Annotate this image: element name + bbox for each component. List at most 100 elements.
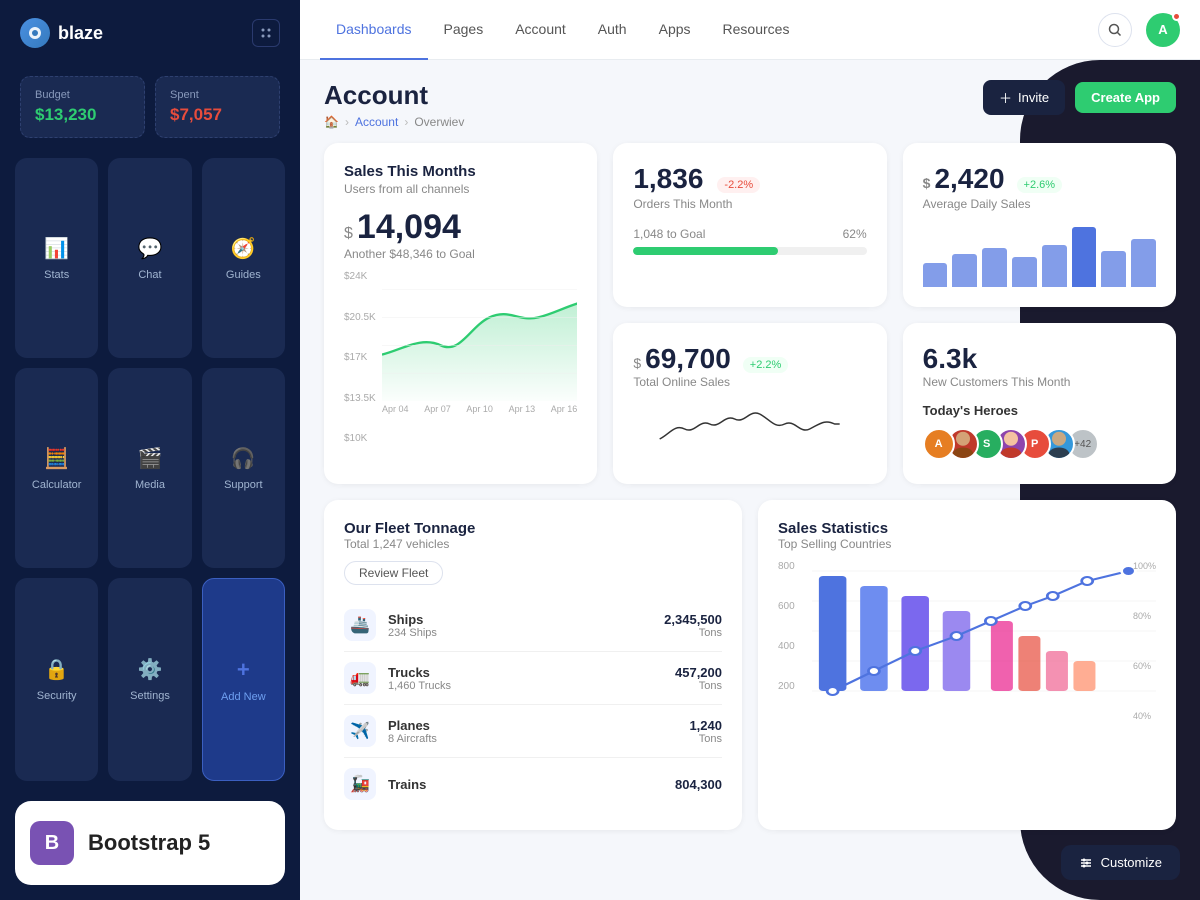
add-new-label: Add New <box>221 691 266 703</box>
guides-label: Guides <box>226 269 261 281</box>
create-app-button[interactable]: Create App <box>1075 82 1176 113</box>
daily-sales-value: 2,420 <box>934 163 1004 195</box>
planes-info: Planes 8 Aircrafts <box>388 718 437 745</box>
trains-num: 804,300 <box>675 777 722 792</box>
fleet-item-planes: ✈️ Planes 8 Aircrafts 1,240 Tons <box>344 705 722 758</box>
daily-sales-card: $ 2,420 +2.6% Average Daily Sales <box>903 143 1176 307</box>
planes-num: 1,240 <box>689 718 722 733</box>
bootstrap-icon: B <box>30 821 74 865</box>
planes-icon: ✈️ <box>344 715 376 747</box>
sales-month-card: Sales This Months Users from all channel… <box>324 143 597 484</box>
y-label-17k: $17K <box>344 352 376 363</box>
search-button[interactable] <box>1098 13 1132 47</box>
stats-label: Stats <box>44 269 69 281</box>
customize-button[interactable]: Customize <box>1061 845 1180 880</box>
bar-6 <box>1072 227 1097 287</box>
sales-month-goal: Another $48,346 to Goal <box>344 247 577 261</box>
settings-icon: ⚙️ <box>138 657 163 682</box>
media-label: Media <box>135 479 165 491</box>
logo-icon <box>20 18 50 48</box>
daily-sales-change: +2.6% <box>1017 177 1063 193</box>
tab-auth[interactable]: Auth <box>582 0 643 60</box>
pct-40: 40% <box>1133 711 1156 721</box>
fleet-title: Our Fleet Tonnage <box>344 520 722 537</box>
invite-button[interactable]: ＋ Invite <box>983 80 1065 115</box>
ships-amount: 2,345,500 Tons <box>664 612 722 639</box>
budget-cards: Budget $13,230 Spent $7,057 <box>0 66 300 158</box>
wavy-chart <box>633 399 866 459</box>
sy-800: 800 <box>778 561 806 572</box>
topnav-right: A <box>1098 13 1180 47</box>
support-label: Support <box>224 479 263 491</box>
fleet-sub: Total 1,247 vehicles <box>344 537 722 551</box>
y-label-205k: $20.5K <box>344 312 376 323</box>
sidebar-item-chat[interactable]: 💬 Chat <box>108 158 191 358</box>
heroes-section: Today's Heroes A S P <box>923 403 1156 460</box>
trucks-unit: Tons <box>675 680 722 692</box>
sidebar-header: blaze <box>0 0 300 66</box>
trains-amount: 804,300 <box>675 777 722 792</box>
review-fleet-button[interactable]: Review Fleet <box>344 561 443 585</box>
chart-canvas: Apr 04 Apr 07 Apr 10 Apr 13 Apr 16 <box>382 271 577 464</box>
sidebar-item-stats[interactable]: 📊 Stats <box>15 158 98 358</box>
y-axis: $24K $20.5K $17K $13.5K $10K <box>344 271 382 464</box>
fleet-card: Our Fleet Tonnage Total 1,247 vehicles R… <box>324 500 742 830</box>
spent-card: Spent $7,057 <box>155 76 280 138</box>
menu-icon[interactable] <box>252 19 280 47</box>
x-axis: Apr 04 Apr 07 Apr 10 Apr 13 Apr 16 <box>382 404 577 414</box>
planes-unit: Tons <box>689 733 722 745</box>
online-sales-value: 69,700 <box>645 343 731 375</box>
trucks-icon: 🚛 <box>344 662 376 694</box>
notification-dot <box>1172 12 1181 21</box>
sidebar: blaze Budget $13,230 Spent $7,057 📊 Stat… <box>0 0 300 900</box>
hero-a: A <box>923 428 955 460</box>
tab-account[interactable]: Account <box>499 0 582 60</box>
chat-icon: 💬 <box>138 236 163 261</box>
sidebar-item-calculator[interactable]: 🧮 Calculator <box>15 368 98 568</box>
budget-label: Budget <box>35 89 130 101</box>
sy-600: 600 <box>778 601 806 612</box>
tab-resources[interactable]: Resources <box>707 0 806 60</box>
user-avatar[interactable]: A <box>1146 13 1180 47</box>
heroes-label: Today's Heroes <box>923 403 1156 418</box>
customize-icon <box>1079 856 1093 870</box>
sidebar-item-settings[interactable]: ⚙️ Settings <box>108 578 191 781</box>
hero-avatars: A S P +42 <box>923 428 1156 460</box>
tab-pages[interactable]: Pages <box>428 0 500 60</box>
y-label-10k: $10K <box>344 433 376 444</box>
budget-value: $13,230 <box>35 105 130 125</box>
bootstrap-text: Bootstrap 5 <box>88 830 210 856</box>
sidebar-item-media[interactable]: 🎬 Media <box>108 368 191 568</box>
ships-icon: 🚢 <box>344 609 376 641</box>
trains-icon: 🚂 <box>344 768 376 800</box>
sales-month-value: 14,094 <box>357 208 461 247</box>
online-sales-card: $ 69,700 +2.2% Total Online Sales <box>613 323 886 484</box>
online-sales-prefix: $ <box>633 355 641 371</box>
planes-count: 8 Aircrafts <box>388 733 437 745</box>
content-area: Account 🏠 › Account › Overwiev ＋ Invite … <box>300 60 1200 900</box>
fleet-item-trucks: 🚛 Trucks 1,460 Trucks 457,200 Tons <box>344 652 722 705</box>
sidebar-item-support[interactable]: 🎧 Support <box>202 368 285 568</box>
sidebar-item-guides[interactable]: 🧭 Guides <box>202 158 285 358</box>
trucks-name: Trucks <box>388 665 451 680</box>
sidebar-item-add-new[interactable]: + Add New <box>202 578 285 781</box>
tab-apps[interactable]: Apps <box>643 0 707 60</box>
customize-label: Customize <box>1101 855 1162 870</box>
sidebar-bottom: B Bootstrap 5 <box>15 801 285 885</box>
orders-label: Orders This Month <box>633 197 866 211</box>
orders-progress-track <box>633 247 866 255</box>
breadcrumb-account[interactable]: Account <box>355 115 398 129</box>
spent-label: Spent <box>170 89 265 101</box>
orders-progress-fill <box>633 247 778 255</box>
settings-label: Settings <box>130 690 170 702</box>
security-label: Security <box>37 690 77 702</box>
new-customers-label: New Customers This Month <box>923 375 1156 389</box>
stats-grid: 1,836 -2.2% Orders This Month 1,048 to G… <box>324 143 1176 484</box>
sales-stats-sub: Top Selling Countries <box>778 537 1156 551</box>
tab-dashboards[interactable]: Dashboards <box>320 0 428 60</box>
daily-sales-prefix: $ <box>923 175 931 191</box>
y-label-24k: $24K <box>344 271 376 282</box>
pct-60: 60% <box>1133 661 1156 671</box>
sidebar-item-security[interactable]: 🔒 Security <box>15 578 98 781</box>
sy-400: 400 <box>778 641 806 652</box>
